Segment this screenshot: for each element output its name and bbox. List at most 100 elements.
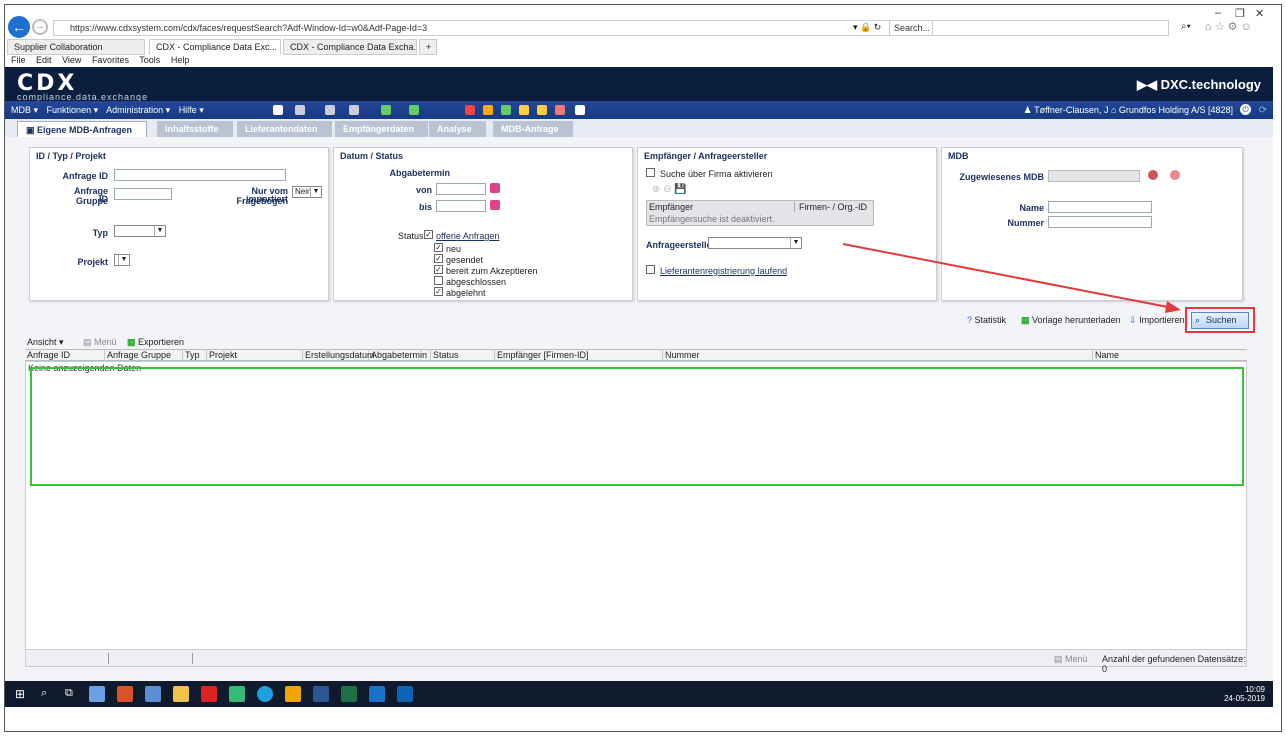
- arrow-head: [1165, 301, 1181, 313]
- home-star-gear-icons[interactable]: ⌂ ☆ ⚙ ☺: [1205, 20, 1252, 33]
- menu-mdb[interactable]: MDB ▾: [11, 105, 38, 115]
- col-anfrage-gruppe-id[interactable]: Anfrage Gruppe ID: [105, 350, 183, 371]
- col-abgabetermin[interactable]: Abgabetermin: [369, 350, 431, 361]
- app-menu: MDB ▾ Funktionen ▾ Administration ▾ Hilf…: [11, 101, 210, 119]
- tab-eigene-mdb-anfragen[interactable]: ▣ Eigene MDB-Anfragen: [17, 121, 148, 137]
- url-text: https://www.cdxsystem.com/cdx/faces/requ…: [70, 23, 428, 33]
- menu-funktionen[interactable]: Funktionen ▾: [47, 105, 99, 115]
- toolbar-edit-icon[interactable]: [325, 105, 335, 115]
- toolbar-red-icon[interactable]: [465, 105, 475, 115]
- browser-tab-cdx-active[interactable]: CDX - Compliance Data Exc... ×: [149, 39, 281, 55]
- menu-edit[interactable]: Edit: [36, 55, 52, 65]
- col-nummer[interactable]: Nummer: [663, 350, 1093, 361]
- tab-mdb-anfrage[interactable]: MDB-Anfrage: [493, 121, 573, 137]
- windows-start-icon[interactable]: ⊞: [15, 687, 25, 701]
- menu-file[interactable]: File: [11, 55, 26, 65]
- search-icon[interactable]: ⌕▾: [1181, 21, 1191, 32]
- refresh-icon[interactable]: ▾ 🔒 ↻: [853, 22, 881, 33]
- new-tab-icon[interactable]: +: [419, 39, 437, 55]
- statistik-link[interactable]: ? Statistik: [967, 315, 1006, 325]
- suchen-button[interactable]: ⌕ Suchen: [1191, 312, 1249, 329]
- toolbar-new-icon[interactable]: [273, 105, 283, 115]
- back-icon[interactable]: ←: [8, 16, 30, 38]
- tab-empfaengerdaten[interactable]: Empfängerdaten: [335, 121, 429, 137]
- col-erstellungsdatum[interactable]: Erstellungsdatum: [303, 350, 375, 361]
- acrobat-icon[interactable]: [201, 686, 217, 702]
- vorlage-link[interactable]: ▦ Vorlage herunterladen: [1021, 315, 1121, 326]
- toolbar-info-icon[interactable]: [555, 105, 565, 115]
- word-icon[interactable]: [313, 686, 329, 702]
- user-name[interactable]: Tøffner-Clausen, J: [1034, 105, 1108, 115]
- dxc-logo: ▶◀ DXC.technology: [1136, 77, 1261, 92]
- search-placeholder: Search...: [894, 23, 931, 33]
- power-icon[interactable]: ⏻: [1240, 104, 1251, 115]
- refresh-app-icon[interactable]: ⟳: [1259, 102, 1267, 120]
- col-projekt[interactable]: Projekt: [207, 350, 303, 361]
- col-status[interactable]: Status: [431, 350, 495, 361]
- arrow-line: [842, 243, 1174, 309]
- excel-icon[interactable]: [341, 686, 357, 702]
- powerpoint-icon[interactable]: [117, 686, 133, 702]
- toolbar-upload-icon[interactable]: [381, 105, 391, 115]
- col-typ[interactable]: Typ: [183, 350, 207, 361]
- skype-icon[interactable]: [257, 686, 273, 702]
- tab-inhaltsstoffe[interactable]: Inhaltsstoffe: [157, 121, 233, 137]
- clock-date: 24-05-2019: [1224, 694, 1265, 703]
- taskbar-app-icon[interactable]: [285, 686, 301, 702]
- toolbar-settings-icon[interactable]: [575, 105, 585, 115]
- maximize-icon[interactable]: ❐: [1235, 7, 1245, 20]
- toolbar-save-icon[interactable]: [295, 105, 305, 115]
- toolbar-orange-icon[interactable]: [483, 105, 493, 115]
- exportieren-button[interactable]: ▦ Exportieren: [127, 337, 184, 348]
- menu-favorites[interactable]: Favorites: [92, 55, 129, 65]
- menu-tools[interactable]: Tools: [139, 55, 160, 65]
- outlook-icon[interactable]: [397, 686, 413, 702]
- search-icon: ⌕: [1195, 315, 1201, 325]
- browser-search[interactable]: Search...: [889, 20, 1169, 36]
- menu-hilfe[interactable]: Hilfe ▾: [179, 105, 204, 115]
- address-bar[interactable]: https://www.cdxsystem.com/cdx/faces/requ…: [53, 20, 933, 36]
- col-empfaenger[interactable]: Empfänger [Firmen-ID]: [495, 350, 663, 361]
- windows-taskbar: ⊞ ⌕ ⧉ 10:09 24-05-2019: [5, 681, 1273, 707]
- col-anfrage-id[interactable]: Anfrage ID: [25, 350, 105, 361]
- browser-tab-cdx[interactable]: CDX - Compliance Data Excha...: [283, 39, 417, 55]
- taskbar-app-icon[interactable]: [229, 686, 245, 702]
- taskbar-app-icon[interactable]: [89, 686, 105, 702]
- app-banner: CDX compliance.data.exchange ▶◀ DXC.tech…: [5, 67, 1273, 102]
- toolbar-download-icon[interactable]: [409, 105, 419, 115]
- toolbar-filter-icon[interactable]: [349, 105, 359, 115]
- page-tabs: ▣ Eigene MDB-Anfragen Inhaltsstoffe Lief…: [5, 119, 1273, 137]
- datensaetze-count: Anzahl der gefundenen Datensätze: 0: [1102, 654, 1246, 674]
- company-name[interactable]: Grundfos Holding A/S [4828]: [1119, 105, 1233, 115]
- screen-frame: ← → https://www.cdxsystem.com/cdx/faces/…: [4, 4, 1282, 732]
- user-info: ♟ Tøffner-Clausen, J ⌂ Grundfos Holding …: [1024, 101, 1233, 119]
- excel-icon: ▦: [127, 337, 136, 347]
- ansicht-menu[interactable]: Ansicht ▾: [27, 337, 64, 348]
- menu-view[interactable]: View: [62, 55, 81, 65]
- highlight-results: [30, 367, 1244, 486]
- footer-menu-button[interactable]: ▤ Menü: [1054, 654, 1088, 665]
- internet-explorer-icon[interactable]: [369, 686, 385, 702]
- taskbar-app-icon[interactable]: [145, 686, 161, 702]
- importieren-link[interactable]: ⇩ Importieren: [1129, 315, 1185, 326]
- taskbar-clock[interactable]: 10:09 24-05-2019: [1224, 685, 1265, 703]
- grid-menu-button[interactable]: ▤ Menü: [83, 337, 117, 348]
- search-icon[interactable]: ⌕: [41, 687, 47, 700]
- toolbar-green-icon[interactable]: [501, 105, 511, 115]
- footer-divider: [192, 653, 193, 664]
- user-icon: ♟: [1023, 105, 1032, 115]
- app-menubar: MDB ▾ Funktionen ▾ Administration ▾ Hilf…: [5, 101, 1273, 119]
- menu-administration[interactable]: Administration ▾: [106, 105, 170, 115]
- toolbar-yellow-icon[interactable]: [519, 105, 529, 115]
- file-explorer-icon[interactable]: [173, 686, 189, 702]
- menu-help[interactable]: Help: [171, 55, 190, 65]
- tab-analyse[interactable]: Analyse: [429, 121, 486, 137]
- task-view-icon[interactable]: ⧉: [65, 687, 73, 700]
- tab-lieferantendaten[interactable]: Lieferantendaten: [237, 121, 332, 137]
- close-icon[interactable]: ✕: [1255, 7, 1264, 20]
- minimize-icon[interactable]: –: [1215, 7, 1221, 19]
- col-name[interactable]: Name: [1093, 350, 1247, 361]
- browser-tab-supplier[interactable]: Supplier Collaboration: [7, 39, 145, 55]
- toolbar-folder-icon[interactable]: [537, 105, 547, 115]
- forward-icon[interactable]: →: [32, 19, 48, 35]
